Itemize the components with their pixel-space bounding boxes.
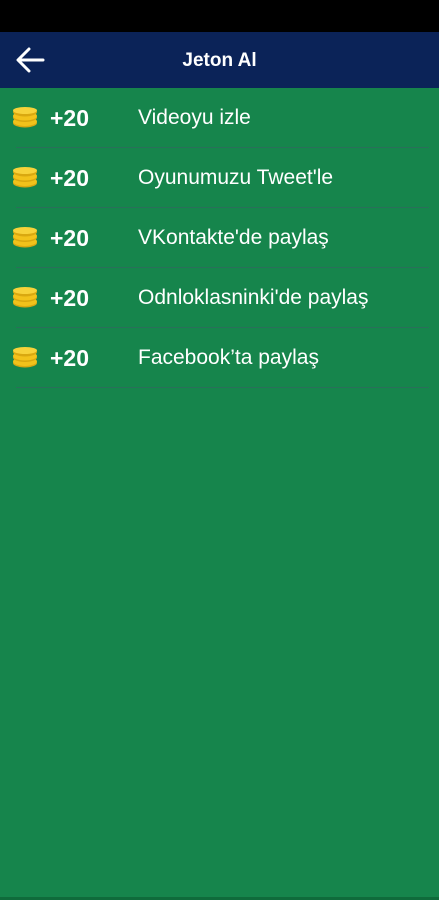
coin-stack-icon [11, 347, 39, 369]
coin-stack-icon [11, 107, 39, 129]
coin-stack-icon [11, 167, 39, 189]
status-bar [0, 0, 439, 32]
reward-amount: +20 [50, 225, 90, 251]
reward-label: Odnloklasninki'de paylaş [138, 286, 369, 309]
reward-item-tweet[interactable]: +20 Oyunumuzu Tweet'le [0, 148, 439, 208]
reward-item-watch-video[interactable]: +20 Videoyu izle [0, 88, 439, 148]
reward-label: Oyunumuzu Tweet'le [138, 166, 334, 189]
reward-item-facebook[interactable]: +20 Facebook’ta paylaş [0, 328, 439, 388]
reward-item-odnoklassniki[interactable]: +20 Odnloklasninki'de paylaş [0, 268, 439, 328]
coin-stack-icon [11, 287, 39, 309]
page-title: Jeton Al [182, 50, 257, 71]
app-bar: Jeton Al [0, 32, 439, 88]
reward-amount: +20 [50, 345, 90, 371]
reward-label: Videoyu izle [138, 106, 251, 129]
coin-stack-icon [11, 227, 39, 249]
back-button[interactable] [8, 40, 52, 80]
arrow-left-icon [15, 47, 45, 73]
reward-item-vkontakte[interactable]: +20 VKontakte'de paylaş [0, 208, 439, 268]
reward-amount: +20 [50, 285, 90, 311]
reward-amount: +20 [50, 105, 90, 131]
reward-list: +20 Videoyu izle +20 Oyunumuzu Tweet'le [0, 88, 439, 388]
divider [16, 387, 429, 388]
reward-amount: +20 [50, 165, 90, 191]
reward-label: VKontakte'de paylaş [138, 226, 329, 249]
reward-label: Facebook’ta paylaş [138, 346, 319, 369]
